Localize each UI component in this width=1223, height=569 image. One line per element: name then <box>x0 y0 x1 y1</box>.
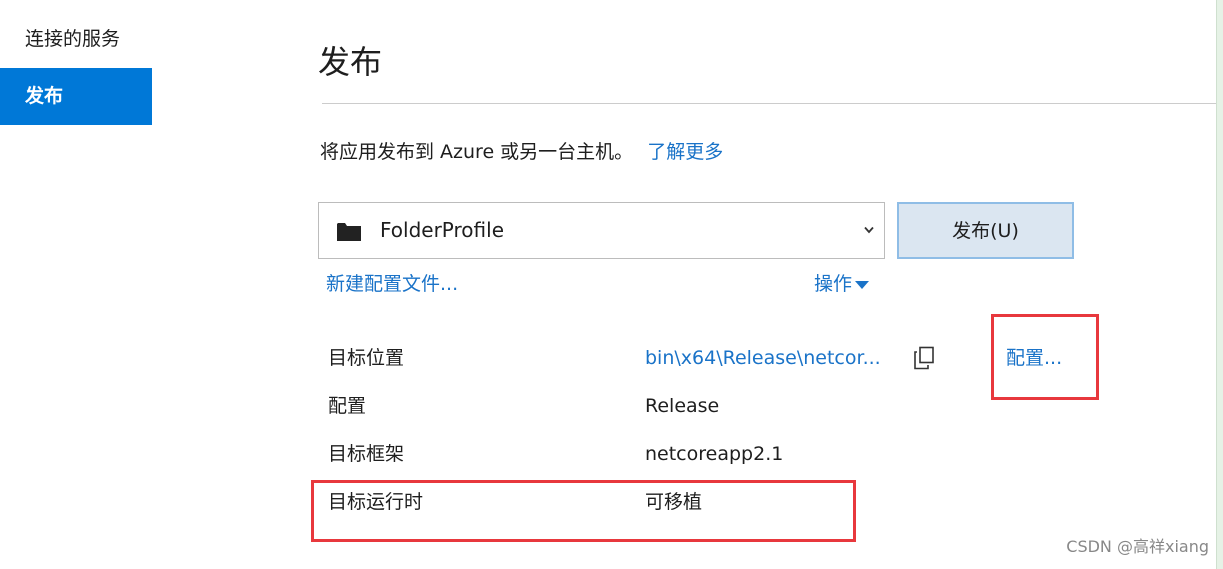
chevron-down-icon <box>864 226 874 234</box>
page-title: 发布 <box>318 43 383 81</box>
target-framework-label: 目标框架 <box>328 443 405 465</box>
target-location-link[interactable]: bin\x64\Release\netcor... <box>645 344 881 372</box>
profile-dropdown[interactable]: FolderProfile <box>318 202 885 259</box>
sidebar-item-publish[interactable]: 发布 <box>0 68 152 125</box>
triangle-down-icon <box>855 280 870 289</box>
watermark: CSDN @高祥xiang <box>1066 537 1209 556</box>
new-profile-link[interactable]: 新建配置文件... <box>326 270 458 298</box>
annotation-box-runtime <box>311 480 856 542</box>
profile-dropdown-value: FolderProfile <box>380 218 504 242</box>
actions-menu[interactable]: 操作 <box>814 270 870 298</box>
scrollbar-edge <box>1216 0 1223 569</box>
folder-icon <box>337 223 361 241</box>
title-divider <box>322 103 1216 104</box>
target-location-label: 目标位置 <box>328 347 405 369</box>
target-framework-value: netcoreapp2.1 <box>645 443 784 465</box>
description-text: 将应用发布到 Azure 或另一台主机。 <box>320 141 634 163</box>
actions-menu-label: 操作 <box>814 273 853 295</box>
annotation-box-configure <box>991 314 1099 400</box>
copy-icon[interactable] <box>913 346 935 370</box>
sidebar-item-connected-services[interactable]: 连接的服务 <box>0 20 152 58</box>
learn-more-link[interactable]: 了解更多 <box>647 141 723 163</box>
configuration-value: Release <box>645 395 720 417</box>
configuration-label: 配置 <box>328 395 367 417</box>
publish-button[interactable]: 发布(U) <box>897 202 1074 259</box>
publish-description: 将应用发布到 Azure 或另一台主机。 了解更多 <box>320 138 723 166</box>
